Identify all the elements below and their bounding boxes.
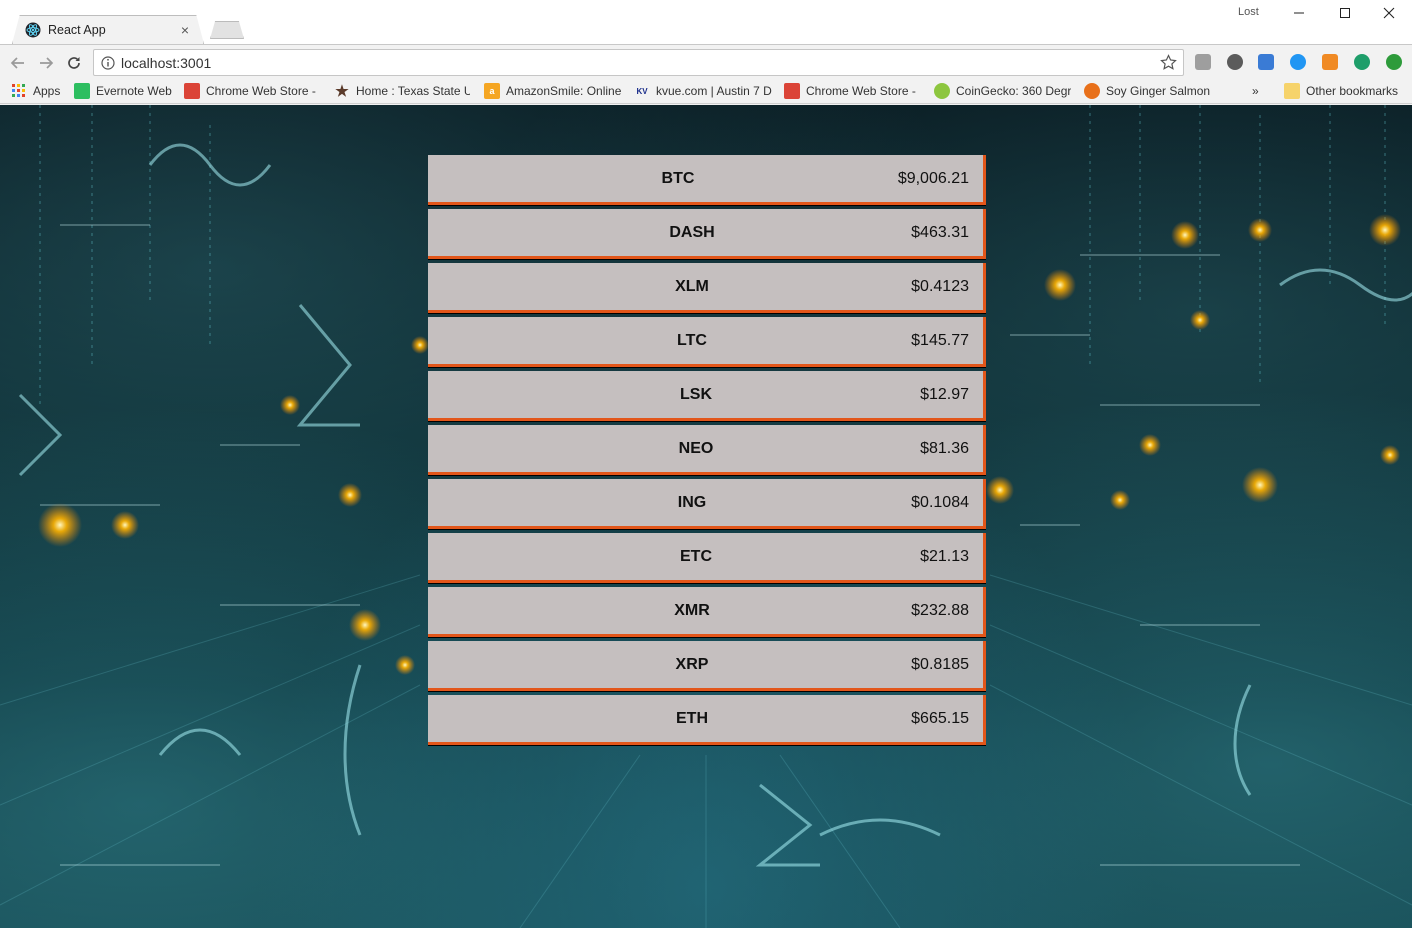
bookmark-label: Chrome Web Store - [806,84,916,98]
address-bar[interactable]: localhost:3001 [93,49,1184,76]
url-text: localhost:3001 [121,54,212,71]
page-viewport: BTC $9,006.21 DASH $463.31 XLM $0.4123 L… [0,105,1412,928]
coin-symbol: NEO [678,439,714,457]
extension-icon[interactable] [1290,54,1306,70]
extension-icon[interactable] [1386,54,1402,70]
close-window-button[interactable] [1366,0,1412,26]
coin-symbol: XMR [674,601,710,619]
coin-row-neo: NEO $81.36 [428,425,986,475]
bookmark-label: Home : Texas State U [356,84,470,98]
coin-symbol: BTC [661,169,695,187]
bookmark-texas-state[interactable]: ★ Home : Texas State U [334,83,470,99]
bookmark-evernote-web[interactable]: Evernote Web [74,83,174,99]
coin-symbol: XRP [675,655,709,673]
coin-price: $665.15 [911,709,969,727]
extension-icon[interactable] [1195,54,1211,70]
evernote-extension-icon[interactable] [1227,54,1243,70]
bookmark-amazonsmile[interactable]: a AmazonSmile: Online [484,83,622,99]
coin-row-etc: ETC $21.13 [428,533,986,583]
coin-symbol: DASH [669,223,715,241]
bookmark-apps[interactable]: Apps [11,83,71,99]
amazon-icon: a [484,83,500,99]
reload-icon [68,57,80,69]
react-logo-icon [25,22,41,38]
arrow-right-icon [40,57,54,69]
profile-name[interactable]: Lost [1238,6,1259,18]
overflow-icon: » [1252,84,1259,98]
bookmark-label: AmazonSmile: Online [506,84,622,98]
coin-row-ing: ING $0.1084 [428,479,986,529]
minimize-window-button[interactable] [1276,0,1322,26]
coin-symbol: XLM [675,277,709,295]
coin-symbol: ING [677,493,707,511]
bookmark-kvue[interactable]: KV kvue.com | Austin 7 D [634,83,772,99]
coin-row-btc: BTC $9,006.21 [428,155,986,205]
maximize-icon [1340,8,1350,18]
bookmark-label: Evernote Web [96,84,172,98]
coin-symbol: ETH [676,709,708,727]
coin-symbol: LTC [677,331,707,349]
metamask-icon[interactable] [1322,54,1338,70]
bookmark-label: Chrome Web Store - [206,84,316,98]
bookmarks-bar: Apps Evernote Web Chrome Web Store - ★ H… [0,78,1412,104]
folder-icon [1284,83,1300,99]
new-tab-button[interactable] [210,21,244,39]
coin-row-ltc: LTC $145.77 [428,317,986,367]
bookmark-label: kvue.com | Austin 7 D [656,84,772,98]
tab-close-icon[interactable]: × [181,22,189,38]
tab-react-app[interactable]: React App × [12,15,204,44]
minimize-icon [1294,12,1304,14]
kvue-icon: KV [636,86,648,96]
coin-row-dash: DASH $463.31 [428,209,986,259]
bookmark-coingecko[interactable]: CoinGecko: 360 Degr [934,83,1072,99]
bookmark-label: Soy Ginger Salmon [1106,84,1211,98]
bookmark-label: Apps [33,84,61,98]
browser-tab-strip: React App × Lost [0,0,1412,44]
chrome-web-store-icon [184,83,200,99]
coin-price: $9,006.21 [897,169,969,187]
coin-price: $145.77 [911,331,969,349]
coin-row-xmr: XMR $232.88 [428,587,986,637]
coin-price: $0.8185 [911,655,969,673]
coin-row-xrp: XRP $0.8185 [428,641,986,691]
tab-title: React App [48,23,106,37]
bookmark-label: CoinGecko: 360 Degr [956,84,1072,98]
coin-price-list: BTC $9,006.21 DASH $463.31 XLM $0.4123 L… [428,155,988,749]
coin-price: $0.1084 [911,493,969,511]
coin-price: $21.13 [920,547,969,565]
coin-price: $81.36 [920,439,969,457]
coingecko-icon [934,83,950,99]
coin-row-xlm: XLM $0.4123 [428,263,986,313]
chrome-web-store-icon [784,83,800,99]
bookmark-label: Other bookmarks [1306,84,1399,98]
coin-price: $12.97 [920,385,969,403]
bookmark-chrome-web-store[interactable]: Chrome Web Store - [784,83,920,99]
bookmark-soy-ginger-salmon[interactable]: Soy Ginger Salmon [1084,83,1214,99]
apps-grid-icon [11,83,27,99]
coin-row-lsk: LSK $12.97 [428,371,986,421]
maximize-window-button[interactable] [1322,0,1368,26]
reload-button[interactable] [64,53,84,73]
bookmark-star-icon[interactable] [1160,54,1177,71]
cast-icon[interactable] [1258,54,1274,70]
coin-symbol: LSK [680,385,712,403]
bookmark-other-bookmarks[interactable]: Other bookmarks [1284,83,1404,99]
coin-price: $463.31 [911,223,969,241]
coin-price: $232.88 [911,601,969,619]
arrow-left-icon [10,57,24,69]
forward-button[interactable] [36,53,56,73]
close-icon [1383,7,1395,19]
star-icon: ★ [335,83,349,99]
recipe-icon [1084,83,1100,99]
extension-icon[interactable] [1354,54,1370,70]
coin-price: $0.4123 [911,277,969,295]
coin-row-eth: ETH $665.15 [428,695,986,745]
evernote-icon [74,83,90,99]
info-icon[interactable] [101,55,115,70]
bookmark-chrome-web-store[interactable]: Chrome Web Store - [184,83,320,99]
coin-symbol: ETC [680,547,712,565]
bookmarks-overflow-button[interactable]: » [1252,83,1266,99]
back-button[interactable] [8,53,28,73]
browser-toolbar: localhost:3001 [0,44,1412,78]
